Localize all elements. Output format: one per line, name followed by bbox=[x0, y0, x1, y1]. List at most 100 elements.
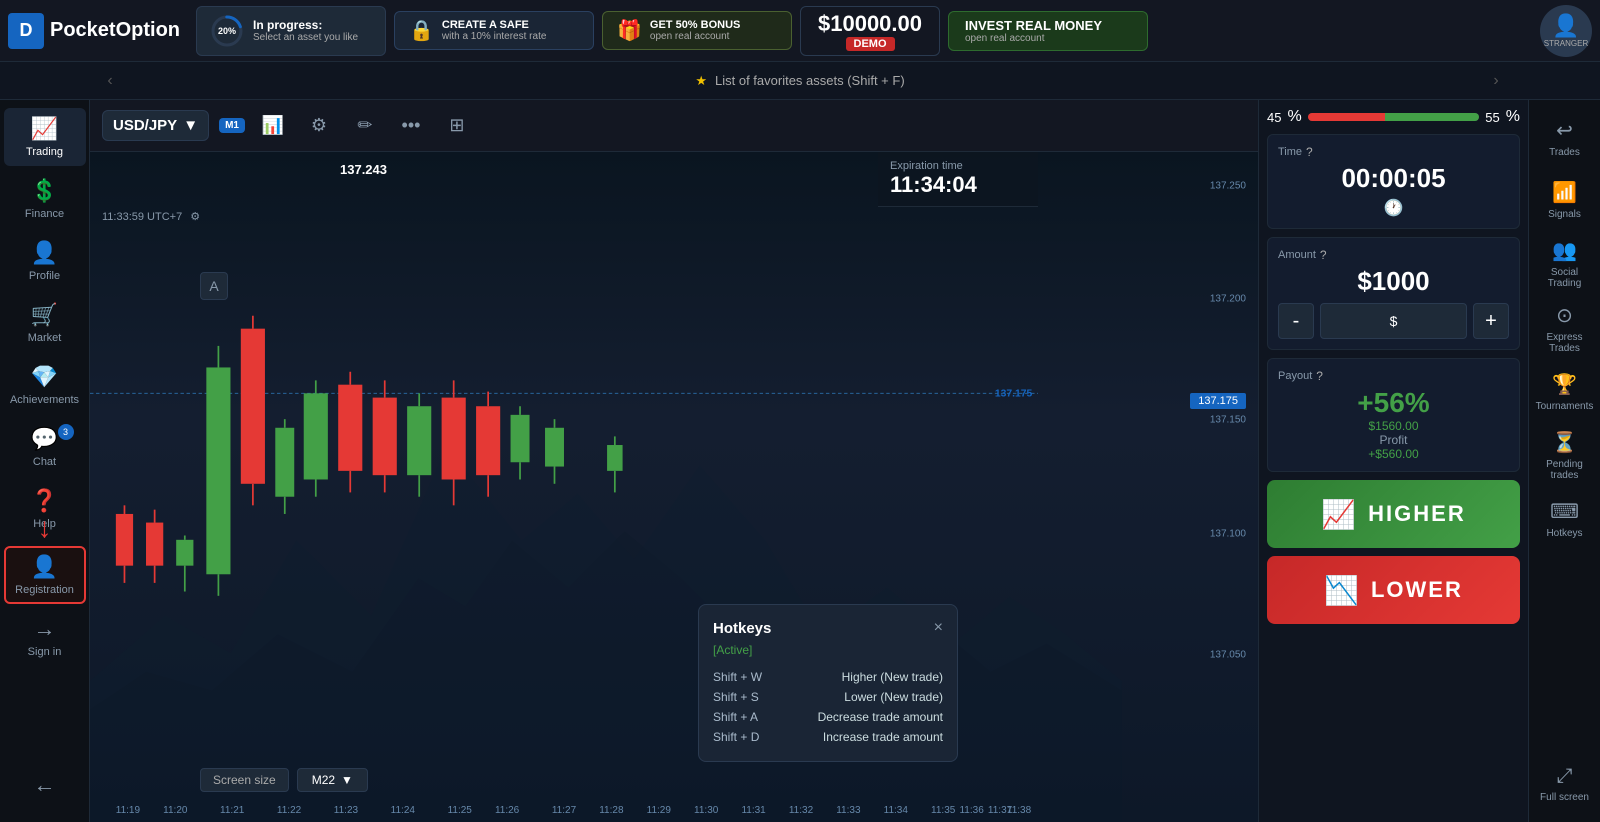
x-label-5: 11:23 bbox=[334, 805, 358, 816]
clock-icon[interactable]: 🕐 bbox=[1384, 198, 1404, 218]
sidebar-item-trading[interactable]: 📈 Trading bbox=[4, 108, 86, 166]
x-axis: 11:19 11:20 11:21 11:22 11:23 11:24 11:2… bbox=[90, 798, 1038, 822]
x-label-6: 11:24 bbox=[391, 805, 415, 816]
payout-section: Payout ? +56% $1560.00 Profit +$560.00 bbox=[1267, 358, 1520, 472]
hotkeys-title: Hotkeys bbox=[713, 620, 771, 637]
screen-size-bar: Screen size M22 ▼ bbox=[200, 768, 368, 792]
red-arrow: ↓ bbox=[38, 512, 52, 544]
bar-chart-button[interactable]: 📊 bbox=[255, 108, 291, 144]
fr-item-pending-trades[interactable]: ⏳ Pending trades bbox=[1531, 424, 1599, 487]
x-label-12: 11:30 bbox=[694, 805, 718, 816]
lower-icon: 📉 bbox=[1324, 574, 1361, 607]
current-price-label: 137.243 bbox=[340, 162, 387, 177]
finance-icon: 💲 bbox=[31, 178, 58, 204]
x-label-18: 11:36 bbox=[959, 805, 983, 816]
fr-item-signals[interactable]: 📶 Signals bbox=[1531, 170, 1599, 230]
logo-text: PocketOption bbox=[50, 19, 180, 42]
payout-profit-amount: $1560.00 bbox=[1278, 419, 1509, 433]
sidebar-item-registration[interactable]: 👤 Registration bbox=[4, 546, 86, 604]
more-button[interactable]: ••• bbox=[393, 108, 429, 144]
asset-selector[interactable]: USD/JPY ▼ bbox=[102, 110, 209, 141]
pct-green-bar bbox=[1385, 113, 1479, 121]
bonus-button[interactable]: 🎁 GET 50% BONUS open real account bbox=[602, 11, 792, 50]
x-label-9: 11:27 bbox=[552, 805, 576, 816]
pct-up: 55 bbox=[1485, 110, 1499, 125]
time-section: Time ? 00:00:05 🕐 bbox=[1267, 134, 1520, 229]
sidebar-item-achievements[interactable]: 💎 Achievements bbox=[4, 356, 86, 414]
x-label-15: 11:33 bbox=[836, 805, 860, 816]
chat-icon: 💬 bbox=[31, 426, 58, 452]
time-value: 00:00:05 bbox=[1278, 163, 1509, 194]
amount-plus-button[interactable]: + bbox=[1473, 303, 1509, 339]
amount-section: Amount ? $1000 - $ + bbox=[1267, 237, 1520, 350]
favorites-text: List of favorites assets (Shift + F) bbox=[715, 73, 905, 88]
x-label-2: 11:20 bbox=[163, 805, 187, 816]
hotkey-row-3: Shift + A Decrease trade amount bbox=[713, 707, 943, 727]
chart-toolbar: USD/JPY ▼ M1 📊 ⚙ ✏ ••• ⊞ bbox=[90, 100, 1258, 152]
sidebar-item-back[interactable]: ← bbox=[4, 756, 86, 814]
lower-button[interactable]: 📉 LOWER bbox=[1267, 556, 1520, 624]
pct-red-bar bbox=[1308, 113, 1385, 121]
sidebar-item-signin[interactable]: → Sign in bbox=[4, 608, 86, 666]
pct-down: 45 bbox=[1267, 110, 1281, 125]
x-label-11: 11:29 bbox=[647, 805, 671, 816]
logo-area: D PocketOption bbox=[8, 13, 188, 49]
social-trading-icon: 👥 bbox=[1552, 238, 1577, 263]
hotkey-row-1: Shift + W Higher (New trade) bbox=[713, 667, 943, 687]
fr-item-tournaments[interactable]: 🏆 Tournaments bbox=[1531, 362, 1599, 422]
hotkeys-popup: Hotkeys × [Active] Shift + W Higher (New… bbox=[698, 604, 958, 762]
sidebar-item-chat[interactable]: 💬 Chat 3 bbox=[4, 418, 86, 476]
x-label-17: 11:35 bbox=[931, 805, 955, 816]
nav-arrow-left[interactable]: ‹ bbox=[96, 62, 124, 100]
pencil-button[interactable]: ✏ bbox=[347, 108, 383, 144]
candlestick-chart: 137.175 bbox=[90, 152, 1038, 652]
hotkeys-close-button[interactable]: × bbox=[934, 619, 943, 637]
fr-item-social-trading[interactable]: 👥 Social Trading bbox=[1531, 232, 1599, 295]
amount-minus-button[interactable]: - bbox=[1278, 303, 1314, 339]
logo-icon: D bbox=[8, 13, 44, 49]
pending-trades-icon: ⏳ bbox=[1552, 430, 1577, 455]
back-icon: ← bbox=[34, 772, 56, 798]
currency-symbol[interactable]: $ bbox=[1320, 303, 1467, 339]
x-label-3: 11:21 bbox=[220, 805, 244, 816]
timeframe-badge[interactable]: M1 bbox=[219, 118, 245, 133]
fr-item-express-trades[interactable]: ⊙ Express Trades bbox=[1531, 297, 1599, 360]
sidebar-item-market[interactable]: 🛒 Market bbox=[4, 294, 86, 352]
create-safe-button[interactable]: 🔒 CREATE A SAFE with a 10% interest rate bbox=[394, 11, 594, 50]
progress-circle: 20% bbox=[209, 13, 245, 49]
fr-item-trades[interactable]: ↩ Trades bbox=[1531, 108, 1599, 168]
trading-icon: 📈 bbox=[31, 116, 58, 142]
grid-button[interactable]: ⊞ bbox=[439, 108, 475, 144]
nav-arrow-right[interactable]: › bbox=[1482, 62, 1510, 100]
chart-area: USD/JPY ▼ M1 📊 ⚙ ✏ ••• ⊞ 11:33:59 UTC+7 … bbox=[90, 100, 1258, 822]
y-label-2: 137.200 bbox=[1210, 294, 1246, 305]
settings-button[interactable]: ⚙ bbox=[301, 108, 337, 144]
fr-item-hotkeys[interactable]: ⌨ Hotkeys bbox=[1531, 489, 1599, 549]
sidebar-item-finance[interactable]: 💲 Finance bbox=[4, 170, 86, 228]
fr-item-fullscreen[interactable]: ⤢ Full screen bbox=[1531, 754, 1599, 814]
x-label-16: 11:34 bbox=[884, 805, 908, 816]
chat-badge: 3 bbox=[58, 424, 74, 440]
chart-annotation-a[interactable]: A bbox=[200, 272, 228, 300]
favorites-bar[interactable]: ‹ ★ List of favorites assets (Shift + F)… bbox=[0, 62, 1600, 100]
invest-button[interactable]: INVEST REAL MONEY open real account bbox=[948, 11, 1148, 51]
signals-icon: 📶 bbox=[1552, 180, 1577, 205]
left-sidebar: 📈 Trading 💲 Finance 👤 Profile 🛒 Market 💎… bbox=[0, 100, 90, 822]
sidebar-item-profile[interactable]: 👤 Profile bbox=[4, 232, 86, 290]
tournaments-icon: 🏆 bbox=[1552, 372, 1577, 397]
x-label-13: 11:31 bbox=[741, 805, 765, 816]
svg-text:137.175: 137.175 bbox=[995, 389, 1033, 400]
avatar-button[interactable]: 👤 STRANGER bbox=[1540, 5, 1592, 57]
price-line-label: 137.175 bbox=[1190, 393, 1246, 409]
payout-percentage: +56% bbox=[1278, 387, 1509, 419]
higher-button[interactable]: 📈 HIGHER bbox=[1267, 480, 1520, 548]
settings-gear-icon[interactable]: ⚙ bbox=[190, 210, 200, 223]
account-balance[interactable]: $10000.00 DEMO bbox=[800, 6, 940, 56]
far-right-sidebar: ↩ Trades 📶 Signals 👥 Social Trading ⊙ Ex… bbox=[1528, 100, 1600, 822]
profile-icon: 👤 bbox=[31, 240, 58, 266]
hotkeys-status: [Active] bbox=[713, 643, 943, 657]
x-label-10: 11:28 bbox=[599, 805, 623, 816]
y-label-4: 137.100 bbox=[1210, 528, 1246, 539]
registration-icon: 👤 bbox=[31, 554, 58, 580]
progress-badge[interactable]: 20% In progress:Select an asset you like bbox=[196, 6, 386, 56]
